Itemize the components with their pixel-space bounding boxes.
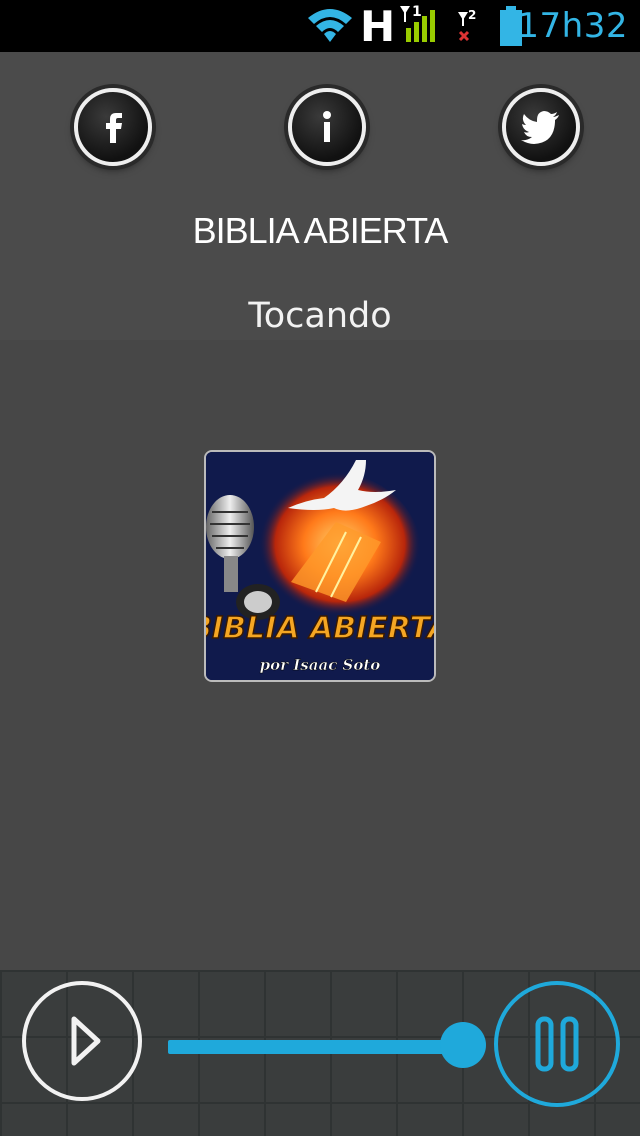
volume-slider-thumb[interactable] bbox=[440, 1022, 486, 1068]
facebook-button[interactable] bbox=[74, 88, 152, 166]
album-cover: BIBLIA ABIERTA por Isaac Soto bbox=[204, 450, 436, 682]
sim1-label: 1 bbox=[412, 4, 422, 20]
station-title: BIBLIA ABIERTA bbox=[192, 210, 449, 251]
cover-artwork: BIBLIA ABIERTA por Isaac Soto bbox=[206, 452, 434, 680]
pause-icon bbox=[535, 1016, 579, 1072]
cover-title-text: BIBLIA ABIERTA bbox=[206, 611, 434, 646]
playing-status-label: Tocando bbox=[248, 296, 392, 336]
twitter-button[interactable] bbox=[502, 88, 580, 166]
status-bar: H 1 2 17h32 bbox=[0, 0, 640, 52]
volume-slider-track[interactable] bbox=[168, 1040, 464, 1054]
play-button[interactable] bbox=[22, 981, 142, 1101]
cover-subtitle-text: por Isaac Soto bbox=[260, 656, 381, 674]
clock: 17h32 bbox=[517, 6, 628, 46]
player-bar bbox=[0, 970, 640, 1136]
main-content: BIBLIA ABIERTA por Isaac Soto bbox=[0, 340, 640, 970]
facebook-icon bbox=[106, 113, 122, 143]
twitter-icon bbox=[521, 111, 559, 144]
sim2-label: 2 bbox=[468, 8, 477, 22]
info-icon bbox=[323, 111, 331, 142]
play-icon bbox=[71, 1016, 101, 1066]
info-button[interactable] bbox=[288, 88, 366, 166]
network-type-label: H bbox=[360, 2, 396, 51]
wifi-icon bbox=[308, 9, 352, 42]
pause-button[interactable] bbox=[494, 981, 620, 1107]
header: BIBLIA ABIERTA Tocando bbox=[0, 52, 640, 341]
